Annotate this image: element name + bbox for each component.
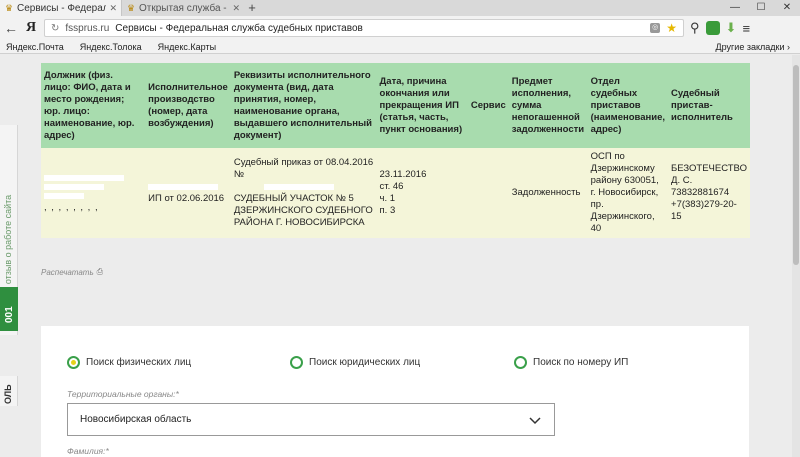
column-header: Дата, причина окончания или прекращения … xyxy=(376,63,468,148)
redacted-block xyxy=(44,175,124,181)
fssp-emblem-icon: ♛ xyxy=(126,3,136,13)
vote-tab-label: ОЛЬ xyxy=(3,384,13,404)
bailiff-cell: БЕЗОТЕЧЕСТВО Д. С. 73832881674 +7(383)27… xyxy=(668,148,750,238)
end-article: ст. 46 xyxy=(379,181,404,192)
surname-label: Фамилия:* xyxy=(67,446,109,456)
territory-label: Территориальные органы:* xyxy=(67,389,179,399)
document-line1: Судебный приказ от 08.04.2016 № xyxy=(233,157,374,180)
debtor-address: , , , , , , , , xyxy=(44,202,99,213)
territory-value: Новосибирская область xyxy=(80,414,192,425)
radio-unchecked-icon xyxy=(290,356,303,369)
bookmarks-bar: Яндекс.Почта Яндекс.Толока Яндекс.Карты … xyxy=(0,40,800,54)
fssp-emblem-icon: ♛ xyxy=(4,3,14,13)
end-date: 23.11.2016 xyxy=(379,169,427,180)
column-header: Реквизиты исполнительного документа (вид… xyxy=(230,63,377,148)
counter-value: 001 xyxy=(4,306,15,323)
scrollbar-thumb[interactable] xyxy=(793,65,799,265)
table-header-row: Должник (физ. лицо: ФИО, дата и место ро… xyxy=(41,63,750,148)
new-tab-button[interactable]: + xyxy=(244,0,260,16)
print-label: Распечатать xyxy=(41,267,94,277)
table-row: , , , , , , , , ИП от 02.06.2016 Судебны… xyxy=(41,148,750,238)
chevron-down-icon xyxy=(529,416,541,424)
document-line2: СУДЕБНЫЙ УЧАСТОК № 5 ДЗЕРЖИНСКОГО СУДЕБН… xyxy=(233,193,373,228)
end-reason-cell: 23.11.2016 ст. 46 ч. 1 п. 3 xyxy=(376,148,468,238)
search-icon[interactable]: ⚲ xyxy=(690,20,700,36)
tab-services[interactable]: ♛ Сервисы - Федеральная ✕ xyxy=(0,0,122,16)
column-header: Должник (физ. лицо: ФИО, дата и место ро… xyxy=(41,63,146,148)
address-bar[interactable]: ↻ fssprus.ru Сервисы - Федеральная служб… xyxy=(44,19,684,37)
page-scrollbar[interactable] xyxy=(792,55,800,457)
proceeding-value: ИП от 02.06.2016 xyxy=(148,193,225,204)
department-cell: ОСП по Дзержинскому району 630051, г. Но… xyxy=(587,148,669,238)
vote-tab[interactable]: ОЛЬ xyxy=(0,376,18,406)
results-table: Должник (физ. лицо: ФИО, дата и место ро… xyxy=(41,63,750,238)
bookmark-yandex-maps[interactable]: Яндекс.Карты xyxy=(158,42,216,52)
service-cell xyxy=(467,148,509,238)
tab-open-service[interactable]: ♛ Открытая служба - Федер ✕ xyxy=(122,0,244,16)
back-arrow-icon[interactable]: ← xyxy=(4,20,18,36)
column-header: Судебный пристав-исполнитель xyxy=(668,63,750,148)
window-controls: — ☐ ✕ xyxy=(722,0,800,16)
maximize-button[interactable]: ☐ xyxy=(748,0,774,16)
bookmark-yandex-toloka[interactable]: Яндекс.Толока xyxy=(80,42,142,52)
radio-unchecked-icon xyxy=(514,356,527,369)
address-bar-row: ← Я ↻ fssprus.ru Сервисы - Федеральная с… xyxy=(0,16,800,40)
document-cell: Судебный приказ от 08.04.2016 № СУДЕБНЫЙ… xyxy=(230,148,377,238)
bookmark-yandex-mail[interactable]: Яндекс.Почта xyxy=(6,42,64,52)
page-content: Должник (физ. лицо: ФИО, дата и место ро… xyxy=(0,55,792,457)
other-bookmarks[interactable]: Другие закладки › xyxy=(716,42,800,52)
url-page-title: Сервисы - Федеральная служба судебных пр… xyxy=(115,22,363,34)
radio-label: Поиск по номеру ИП xyxy=(533,357,629,368)
redacted-block xyxy=(44,184,104,190)
search-card: Поиск физических лиц Поиск юридических л… xyxy=(41,326,749,457)
column-header: Исполнительное производство (номер, дата… xyxy=(145,63,231,148)
reload-icon[interactable]: ↻ xyxy=(51,23,59,34)
toolbar-extras: ⚲ ⬇ ≡ xyxy=(690,20,750,36)
minimize-button[interactable]: — xyxy=(722,0,748,16)
tab-label: Открытая служба - Федер xyxy=(139,2,229,14)
redacted-block xyxy=(148,184,219,190)
column-header: Отдел судебных приставов (наименование, … xyxy=(587,63,669,148)
radio-label: Поиск физических лиц xyxy=(86,357,192,368)
url-domain: fssprus.ru xyxy=(65,22,110,34)
yandex-logo-icon[interactable]: Я xyxy=(24,20,38,36)
radio-individuals[interactable]: Поиск физических лиц xyxy=(67,356,191,369)
column-header: Сервис xyxy=(467,63,509,148)
debtor-cell: , , , , , , , , xyxy=(41,148,146,238)
redacted-block xyxy=(44,193,84,199)
radio-label: Поиск юридических лиц xyxy=(309,357,421,368)
counter-badge: 001 xyxy=(0,287,18,331)
end-part: ч. 1 xyxy=(379,193,396,204)
menu-icon[interactable]: ≡ xyxy=(742,21,750,36)
radio-checked-icon xyxy=(67,356,80,369)
printer-icon: ⎙ xyxy=(96,267,104,276)
other-bookmarks-label: Другие закладки xyxy=(715,41,785,52)
proceeding-cell: ИП от 02.06.2016 xyxy=(145,148,231,238)
end-point: п. 3 xyxy=(379,205,396,216)
bookmark-star-icon[interactable]: ★ xyxy=(666,22,677,34)
extension-icon[interactable] xyxy=(705,21,720,35)
close-icon[interactable]: ✕ xyxy=(232,3,240,14)
redacted-block xyxy=(263,184,334,190)
radio-legal-entities[interactable]: Поиск юридических лиц xyxy=(290,356,420,369)
subject-cell: Задолженность xyxy=(508,148,588,238)
radio-by-ip-number[interactable]: Поиск по номеру ИП xyxy=(514,356,628,369)
protect-icon[interactable]: ◎ xyxy=(650,23,661,33)
print-link[interactable]: Распечатать ⎙ xyxy=(41,267,103,277)
tab-bar: ♛ Сервисы - Федеральная ✕ ♛ Открытая слу… xyxy=(0,0,800,16)
tab-label: Сервисы - Федеральная xyxy=(17,2,106,14)
close-icon[interactable]: ✕ xyxy=(109,3,117,14)
download-icon[interactable]: ⬇ xyxy=(726,20,737,36)
chevron-right-icon: › xyxy=(787,41,790,52)
territory-select[interactable]: Новосибирская область xyxy=(67,403,555,436)
close-window-button[interactable]: ✕ xyxy=(774,0,800,16)
column-header: Предмет исполнения, сумма непогашенной з… xyxy=(508,63,588,148)
